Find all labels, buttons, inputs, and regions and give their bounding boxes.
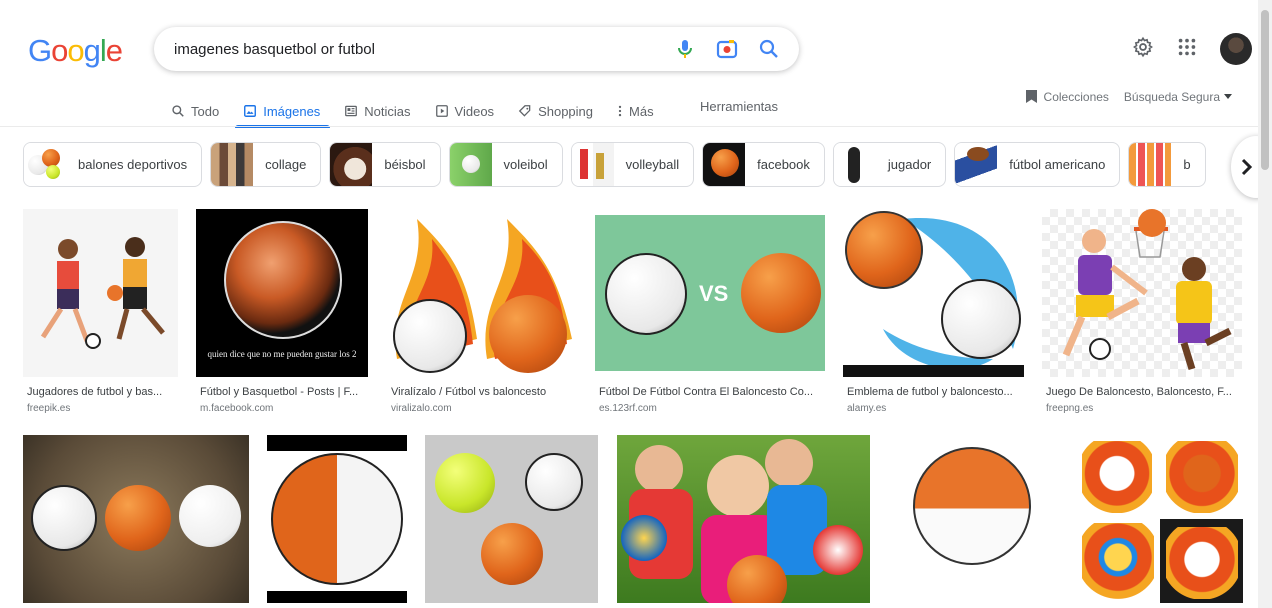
result-item[interactable] <box>267 435 407 603</box>
chip-thumbnail <box>571 143 614 186</box>
caret-down-icon <box>1224 93 1232 99</box>
result-caption[interactable]: Jugadores de futbol y bas... <box>27 386 177 398</box>
result-image[interactable]: VS <box>595 215 825 371</box>
chip-thumbnail <box>955 143 998 186</box>
result-image[interactable] <box>1042 209 1242 377</box>
tag-icon <box>518 105 531 117</box>
chip-b[interactable]: b <box>1128 142 1206 187</box>
page-scrollbar[interactable] <box>1258 0 1272 608</box>
result-image[interactable] <box>23 209 178 377</box>
chip-collage[interactable]: collage <box>210 142 322 187</box>
result-source: freepng.es <box>1046 403 1094 414</box>
result-source: freepik.es <box>27 403 71 414</box>
result-caption[interactable]: Emblema de futbol y baloncesto... <box>847 386 1024 398</box>
tab-todo[interactable]: Todo <box>171 96 219 126</box>
result-item[interactable]: Emblema de futbol y baloncesto... alamy.… <box>843 209 1024 417</box>
image-icon <box>244 105 257 117</box>
related-chips: balones deportivos collage béisbol volei… <box>23 142 1206 187</box>
safesearch-dropdown[interactable]: Búsqueda Segura <box>1124 90 1232 104</box>
result-caption[interactable]: Fútbol y Basquetbol - Posts | F... <box>200 386 368 398</box>
tools-button[interactable]: Herramientas <box>700 99 778 114</box>
search-box <box>154 27 799 71</box>
header-divider <box>0 126 1258 127</box>
result-source: viralizalo.com <box>391 403 452 414</box>
chevron-right-icon <box>1241 158 1253 176</box>
result-image[interactable] <box>267 435 407 603</box>
google-logo[interactable]: Google <box>28 33 123 69</box>
chip-volleyball[interactable]: volleyball <box>570 142 695 187</box>
search-tabs: Todo Imágenes Noticias Videos Shopping M… <box>171 96 654 128</box>
result-image[interactable] <box>887 435 1058 603</box>
result-item[interactable]: VS Fútbol De Fútbol Contra El Baloncesto… <box>595 209 825 417</box>
tab-noticias[interactable]: Noticias <box>344 96 411 126</box>
chip-beisbol[interactable]: béisbol <box>329 142 441 187</box>
result-image[interactable] <box>387 209 577 377</box>
chip-voleibol[interactable]: voleibol <box>448 142 563 187</box>
result-item[interactable] <box>617 435 870 603</box>
chip-thumbnail <box>1129 143 1172 186</box>
chip-thumbnail <box>833 143 876 186</box>
chip-thumbnail <box>211 143 254 186</box>
scrollbar-thumb[interactable] <box>1261 10 1269 170</box>
collections-button[interactable]: Colecciones <box>1025 89 1109 104</box>
result-item[interactable]: quien dice que no me pueden gustar los 2… <box>196 209 368 417</box>
result-item[interactable]: Jugadores de futbol y bas... freepik.es <box>23 209 178 417</box>
result-item[interactable] <box>23 435 249 603</box>
chip-balones-deportivos[interactable]: balones deportivos <box>23 142 203 187</box>
result-source: alamy.es <box>847 403 887 414</box>
tab-videos[interactable]: Videos <box>435 96 494 126</box>
header-actions <box>1132 33 1252 65</box>
result-caption[interactable]: Fútbol De Fútbol Contra El Baloncesto Co… <box>599 386 825 398</box>
tab-shopping[interactable]: Shopping <box>518 96 593 126</box>
result-caption[interactable]: Juego De Baloncesto, Baloncesto, F... <box>1046 386 1242 398</box>
bookmark-icon <box>1025 90 1037 103</box>
result-caption[interactable]: Viralízalo / Fútbol vs baloncesto <box>391 386 577 398</box>
chip-facebook[interactable]: facebook <box>702 142 825 187</box>
result-source: es.123rf.com <box>599 403 657 414</box>
avatar[interactable] <box>1220 33 1252 65</box>
tab-mas[interactable]: Más <box>617 96 654 126</box>
chip-futbol-americano[interactable]: fútbol americano <box>954 142 1121 187</box>
result-item[interactable] <box>425 435 598 603</box>
result-image[interactable] <box>425 435 598 603</box>
result-image[interactable] <box>1076 435 1243 603</box>
search-icon <box>172 105 184 117</box>
result-item[interactable]: Juego De Baloncesto, Baloncesto, F... fr… <box>1042 209 1242 417</box>
chip-thumbnail <box>330 143 373 186</box>
chip-thumbnail <box>24 143 66 186</box>
more-vertical-icon <box>618 105 622 117</box>
tabs-right-actions: Colecciones Búsqueda Segura <box>1025 89 1232 104</box>
result-item[interactable]: Viralízalo / Fútbol vs baloncesto virali… <box>387 209 577 417</box>
result-item[interactable] <box>1076 435 1243 603</box>
camera-lens-icon[interactable] <box>715 37 739 61</box>
chip-jugador[interactable]: jugador <box>832 142 947 187</box>
result-source: m.facebook.com <box>200 403 274 414</box>
play-icon <box>435 105 448 117</box>
tab-imagenes[interactable]: Imágenes <box>235 96 331 128</box>
result-image[interactable]: quien dice que no me pueden gustar los 2 <box>196 209 368 377</box>
apps-grid-icon[interactable] <box>1176 36 1198 63</box>
chip-thumbnail <box>449 143 492 186</box>
result-image[interactable] <box>23 435 249 603</box>
search-input[interactable] <box>174 40 654 58</box>
gear-icon[interactable] <box>1132 36 1154 63</box>
search-icon[interactable] <box>757 37 781 61</box>
microphone-icon[interactable] <box>673 37 697 61</box>
result-image[interactable] <box>617 435 870 603</box>
chip-thumbnail <box>703 143 746 186</box>
news-icon <box>345 105 358 117</box>
result-image[interactable] <box>843 209 1024 377</box>
result-item[interactable] <box>887 435 1058 603</box>
